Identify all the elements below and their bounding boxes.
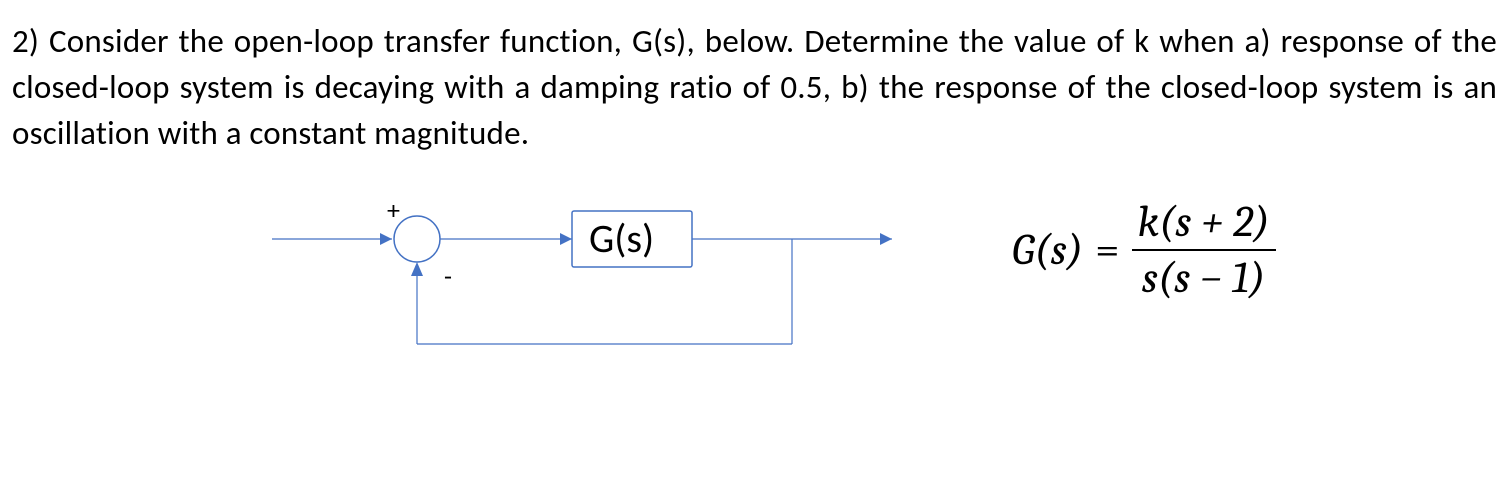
transfer-function-equation: G(s) = k(s + 2) s(s − 1) bbox=[1012, 199, 1276, 301]
equals-sign: = bbox=[1095, 224, 1119, 275]
fraction-bar bbox=[1132, 249, 1276, 251]
problem-statement: 2) Consider the open-loop transfer funct… bbox=[12, 18, 1497, 157]
plus-sign: + bbox=[387, 194, 400, 226]
block-label: G(s) bbox=[589, 214, 654, 263]
arrow-feedback bbox=[411, 262, 423, 276]
summing-junction bbox=[394, 216, 440, 262]
numerator: k(s + 2) bbox=[1132, 199, 1276, 245]
arrow-input bbox=[380, 233, 392, 245]
minus-sign: - bbox=[444, 260, 452, 292]
denominator: s(s − 1) bbox=[1136, 255, 1271, 301]
figure-row: + - G(s) G(s) = bbox=[12, 189, 1497, 489]
arrow-to-block bbox=[560, 233, 572, 245]
fraction: k(s + 2) s(s − 1) bbox=[1132, 199, 1276, 301]
equation-lhs: G(s) bbox=[1012, 224, 1083, 275]
problem-number: 2) bbox=[12, 21, 39, 61]
problem-text: Consider the open-loop transfer function… bbox=[12, 21, 1497, 153]
page: 2) Consider the open-loop transfer funct… bbox=[0, 0, 1509, 501]
block-diagram: + - G(s) bbox=[272, 189, 912, 389]
arrow-output bbox=[880, 233, 892, 245]
